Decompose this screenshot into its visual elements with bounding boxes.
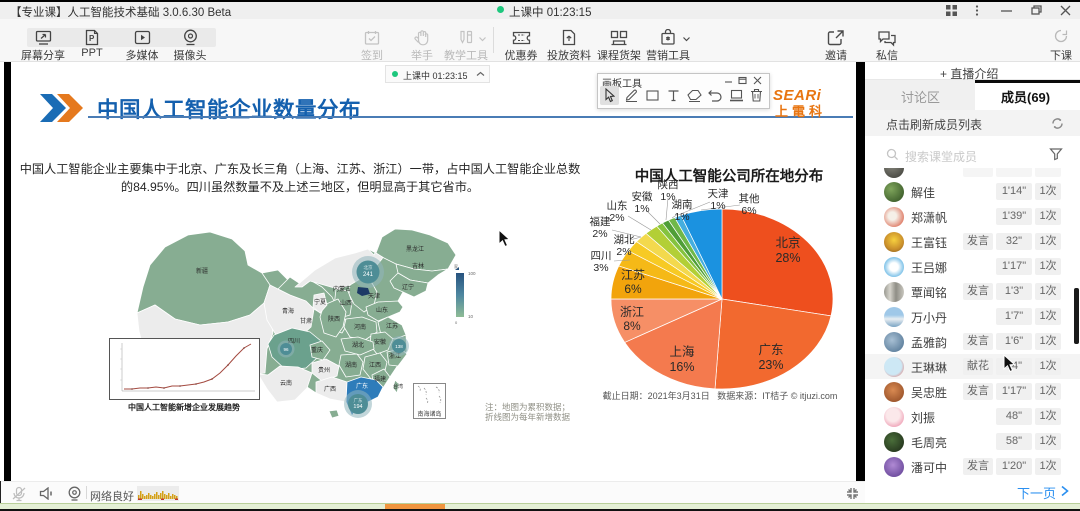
svg-text:河南: 河南: [354, 323, 366, 331]
svg-text:P: P: [89, 34, 95, 43]
svg-text:广西: 广西: [324, 385, 336, 393]
svg-text:广东: 广东: [354, 397, 363, 404]
svg-text:陕西: 陕西: [328, 315, 340, 323]
svg-text:北京: 北京: [364, 264, 373, 271]
svg-text:青海: 青海: [282, 307, 294, 315]
svg-text:黑龙江: 黑龙江: [406, 245, 424, 253]
svg-text:湖北: 湖北: [352, 341, 364, 349]
svg-text:重庆: 重庆: [311, 346, 323, 354]
svg-text:辽宁: 辽宁: [402, 283, 414, 291]
svg-text:贵州: 贵州: [318, 366, 330, 374]
svg-text:100: 100: [468, 271, 476, 276]
svg-text:台湾: 台湾: [393, 383, 403, 390]
svg-text:241: 241: [363, 272, 374, 278]
svg-text:家: 家: [454, 263, 458, 269]
svg-text:江西: 江西: [369, 362, 381, 369]
svg-text:新疆: 新疆: [196, 267, 208, 275]
svg-text:安徽: 安徽: [374, 338, 386, 346]
svg-text:吉林: 吉林: [412, 262, 424, 270]
svg-text:湖南: 湖南: [345, 361, 357, 369]
svg-text:福建: 福建: [374, 375, 386, 383]
svg-text:山东: 山东: [376, 306, 388, 314]
svg-text:96: 96: [283, 347, 289, 352]
svg-text:10: 10: [468, 314, 474, 319]
svg-text:内蒙古: 内蒙古: [333, 285, 351, 293]
svg-text:138: 138: [395, 344, 403, 349]
svg-text:194: 194: [353, 404, 362, 410]
svg-text:江苏: 江苏: [386, 322, 398, 330]
svg-text:广东: 广东: [356, 382, 368, 390]
svg-text:0: 0: [455, 320, 458, 325]
svg-text:云南: 云南: [280, 379, 292, 387]
svg-text:山西: 山西: [340, 299, 352, 307]
svg-text:甘肃: 甘肃: [300, 317, 312, 325]
svg-text:宁夏: 宁夏: [314, 298, 326, 306]
